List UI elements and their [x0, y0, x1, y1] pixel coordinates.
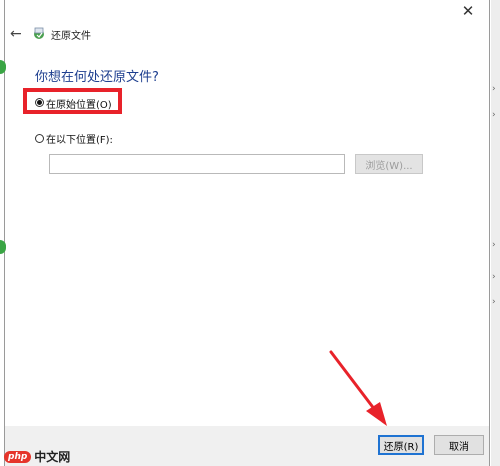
annotation-arrow-head — [366, 402, 387, 426]
watermark-text: 中文网 — [34, 450, 71, 464]
watermark: php 中文网 — [4, 448, 70, 465]
watermark-logo: php — [4, 450, 32, 463]
annotation-arrow-shaft — [329, 350, 377, 412]
annotation-arrow — [329, 350, 387, 426]
